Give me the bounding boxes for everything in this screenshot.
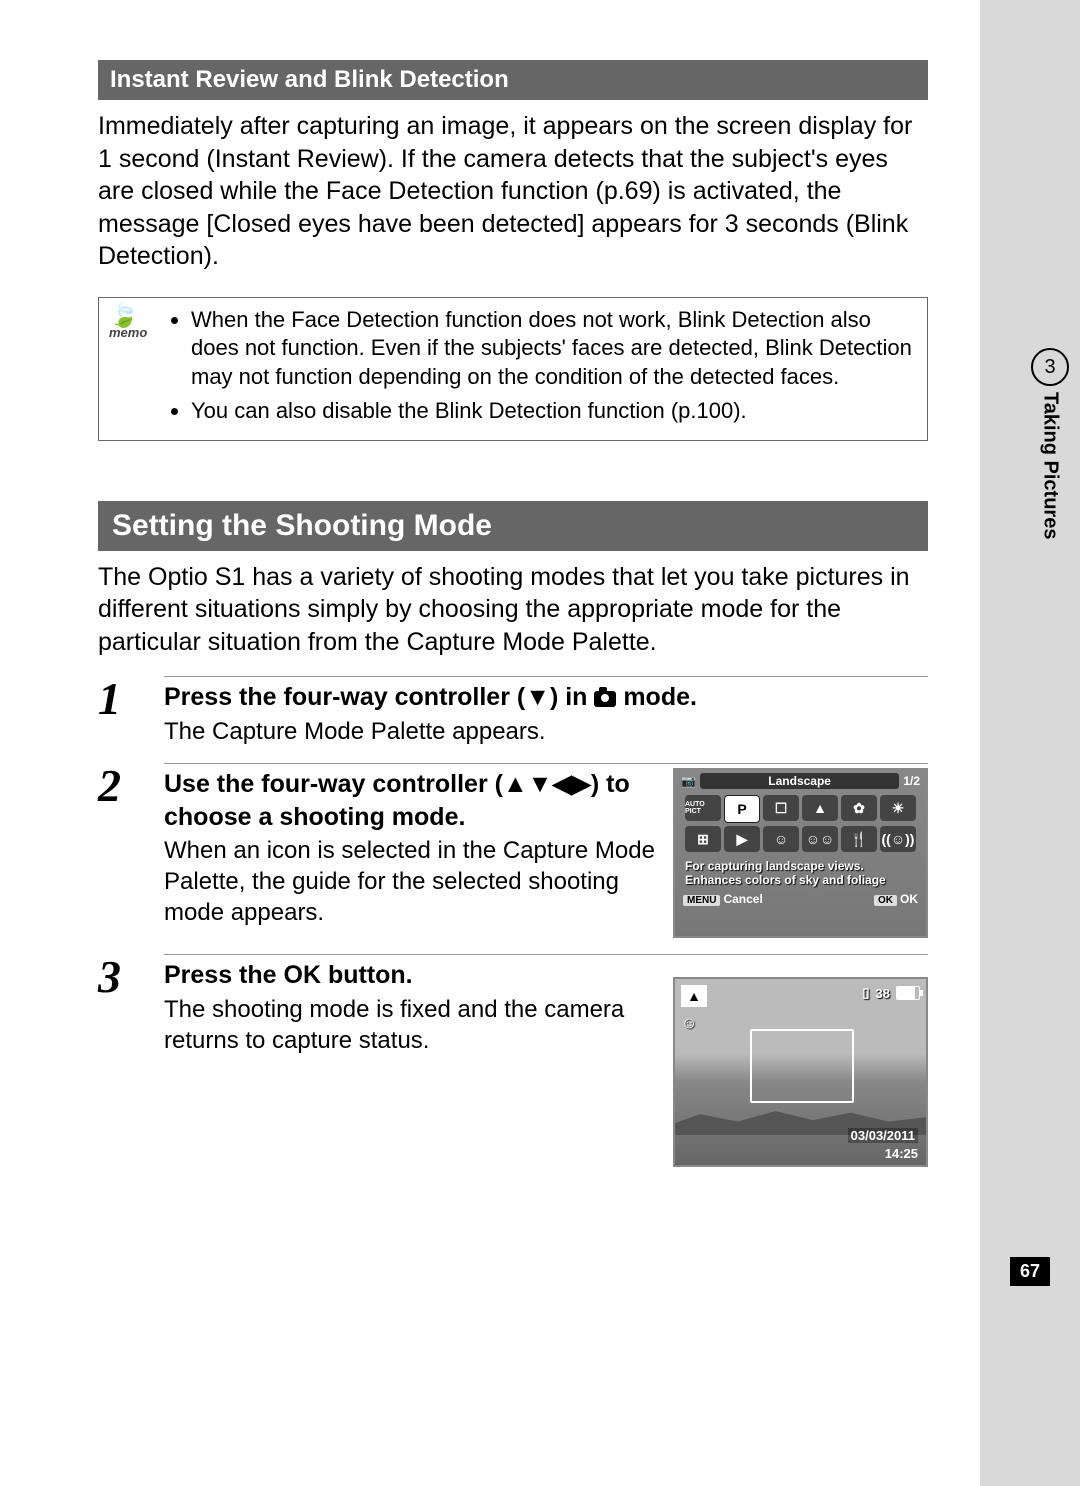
mode-cell: 🍴 — [841, 826, 877, 852]
mode-cell: ▶ — [724, 826, 760, 852]
mode-cell-selected: P — [724, 795, 760, 823]
section-header: Setting the Shooting Mode — [98, 501, 928, 551]
page-number: 67 — [1010, 1257, 1050, 1286]
chapter-number-circle: 3 — [1031, 348, 1069, 386]
memo-box: 🍃 memo When the Face Detection function … — [98, 297, 928, 441]
mode-cell: ☺ — [763, 826, 799, 852]
palette-page: 1/2 — [903, 774, 920, 788]
mode-cell: ✿ — [841, 795, 877, 821]
camera-icon — [594, 691, 616, 707]
mode-cell: ⊞ — [685, 826, 721, 852]
chapter-side-tab: 3 Taking Pictures — [1030, 348, 1070, 539]
lcd-palette-screenshot: 📷 Landscape 1/2 AUTO PICT P ☐ ▲ ✿ ☀ — [673, 768, 928, 938]
step-desc: The shooting mode is fixed and the camer… — [164, 994, 657, 1056]
memo-item: When the Face Detection function does no… — [191, 306, 917, 392]
menu-button-label: MENU — [683, 895, 720, 906]
memo-icon: 🍃 memo — [109, 306, 159, 340]
memo-item: You can also disable the Blink Detection… — [191, 397, 917, 426]
shots-remaining: 38 — [876, 986, 890, 1001]
subsection-header: Instant Review and Blink Detection — [98, 60, 928, 100]
mode-name: Landscape — [700, 773, 899, 789]
step-title: Use the four-way controller (▲▼◀▶) to ch… — [164, 768, 657, 833]
step-desc: The Capture Mode Palette appears. — [164, 716, 928, 747]
cancel-label: Cancel — [723, 892, 762, 906]
step-1: 1 Press the four-way controller (▼) in m… — [98, 676, 928, 747]
battery-icon — [896, 986, 920, 1000]
memory-card-icon: ▯ — [862, 985, 869, 1001]
mode-icon: ▲ — [681, 985, 707, 1007]
mode-description: For capturing landscape views. Enhances … — [675, 855, 926, 890]
camera-icon: 📷 — [681, 774, 696, 788]
main-paragraph: The Optio S1 has a variety of shooting m… — [98, 561, 928, 659]
step-desc: When an icon is selected in the Capture … — [164, 835, 657, 929]
ok-label: OK — [900, 892, 918, 906]
intro-paragraph: Immediately after capturing an image, it… — [98, 110, 928, 273]
mode-cell: ((☺)) — [880, 826, 916, 852]
step-number: 2 — [98, 763, 144, 938]
step-number: 3 — [98, 954, 144, 1167]
step-title: Press the four-way controller (▼) in mod… — [164, 681, 928, 714]
chapter-title-vertical: Taking Pictures — [1039, 392, 1062, 539]
mode-cell: ▲ — [802, 795, 838, 821]
mode-cell: AUTO PICT — [685, 795, 721, 821]
step-title: Press the OK button. — [164, 959, 657, 992]
step-2: 2 Use the four-way controller (▲▼◀▶) to … — [98, 763, 928, 938]
ok-button-box: OK — [874, 895, 897, 906]
memo-list: When the Face Detection function does no… — [171, 306, 917, 432]
capture-time: 14:25 — [885, 1146, 918, 1161]
focus-bracket — [750, 1029, 854, 1103]
mode-cell: ☐ — [763, 795, 799, 821]
capture-date: 03/03/2011 — [848, 1128, 918, 1143]
step-number: 1 — [98, 676, 144, 747]
face-detection-icon: ☺ — [681, 1015, 697, 1033]
mode-cell: ☺☺ — [802, 826, 838, 852]
mode-grid: AUTO PICT P ☐ ▲ ✿ ☀ ⊞ ▶ ☺ ☺☺ 🍴 — [675, 792, 926, 855]
mode-cell: ☀ — [880, 795, 916, 821]
step-3: 3 Press the OK button. The shooting mode… — [98, 954, 928, 1167]
lcd-capture-screenshot: ▲ ☺ ▯ 38 03/03/2011 14:25 — [673, 977, 928, 1167]
